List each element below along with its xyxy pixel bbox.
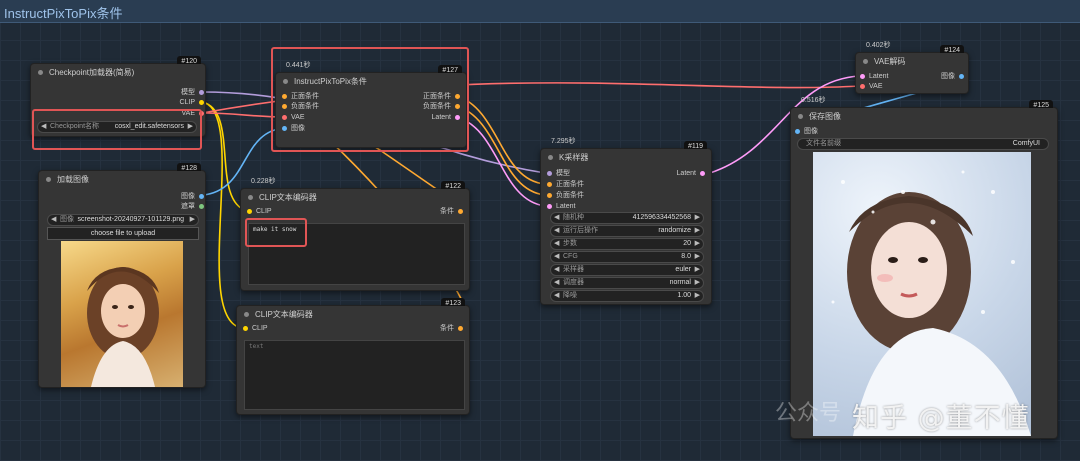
- widget-value: 1.00: [677, 292, 691, 299]
- prompt-textarea[interactable]: text: [244, 340, 465, 410]
- arrow-right-icon[interactable]: ▶: [190, 215, 195, 225]
- steps-widget[interactable]: ◀ 步数 20 ▶: [550, 238, 704, 250]
- portrait-graphic: [87, 267, 159, 387]
- input-image-preview: [61, 241, 183, 387]
- widget-value: screenshot-20240927-101129.png: [77, 216, 184, 223]
- input-positive[interactable]: 正面条件: [546, 180, 584, 190]
- widget-label: 调度器: [563, 279, 584, 286]
- output-conditioning[interactable]: 条件: [440, 207, 464, 217]
- widget-label: 随机种: [563, 214, 584, 221]
- widget-value: ComfyUI: [1012, 140, 1040, 147]
- arrow-right-icon[interactable]: ▶: [695, 291, 700, 301]
- exec-time: 0.516秒: [801, 97, 826, 104]
- highlight-checkpoint: [32, 109, 202, 150]
- arrow-left-icon[interactable]: ◀: [554, 239, 559, 249]
- watermark-ghost-text: 公众号: [775, 400, 842, 425]
- snow-portrait-graphic: [831, 170, 1031, 436]
- node-title[interactable]: VAE解码: [856, 53, 968, 71]
- arrow-right-icon[interactable]: ▶: [695, 226, 700, 236]
- highlight-instruct-pix2pix: [271, 47, 469, 152]
- node-title[interactable]: CLIP文本编码器: [237, 306, 469, 324]
- highlight-prompt: [245, 218, 307, 247]
- input-clip[interactable]: CLIP: [242, 324, 268, 334]
- arrow-left-icon[interactable]: ◀: [554, 291, 559, 301]
- input-latent[interactable]: Latent: [546, 202, 575, 212]
- widget-value: randomize: [658, 227, 691, 234]
- widget-value: 8.0: [681, 253, 691, 260]
- output-latent[interactable]: Latent: [677, 169, 706, 179]
- widget-label: 降噪: [563, 292, 577, 299]
- node-title[interactable]: Checkpoint加载器(简易): [31, 64, 205, 82]
- scheduler-widget[interactable]: ◀ 调度器 normal ▶: [550, 277, 704, 289]
- input-clip[interactable]: CLIP: [246, 207, 272, 217]
- output-model[interactable]: 模型: [181, 88, 205, 98]
- watermark-text: 知乎 @董不懂: [852, 403, 1030, 434]
- output-image[interactable]: 图像: [181, 192, 205, 202]
- input-latent[interactable]: Latent: [859, 72, 888, 82]
- exec-time: 0.228秒: [251, 178, 276, 185]
- output-image[interactable]: 图像: [941, 72, 965, 82]
- node-save-image[interactable]: 0.516秒 #125 保存图像 图像 文件名前缀 ComfyUI: [790, 97, 1058, 439]
- exec-time: 7.295秒: [551, 138, 576, 145]
- arrow-left-icon[interactable]: ◀: [554, 213, 559, 223]
- node-load-image[interactable]: #128 加载图像 图像 遮罩 ◀ 图像 screenshot-20240927…: [38, 163, 206, 388]
- input-model[interactable]: 模型: [546, 169, 570, 179]
- control-after-generate-widget[interactable]: ◀ 运行后操作 randomize ▶: [550, 225, 704, 237]
- widget-value: euler: [675, 266, 691, 273]
- wire-ip2p-latent: [456, 116, 546, 207]
- upload-button[interactable]: choose file to upload: [47, 227, 199, 240]
- wire-clip-neg: [201, 101, 243, 329]
- node-vae-decode[interactable]: 0.402秒 #124 VAE解码 Latent VAE 图像: [855, 42, 969, 94]
- arrow-right-icon[interactable]: ▶: [695, 265, 700, 275]
- arrow-right-icon[interactable]: ▶: [695, 278, 700, 288]
- output-conditioning[interactable]: 条件: [440, 324, 464, 334]
- input-image[interactable]: 图像: [794, 127, 818, 137]
- arrow-right-icon[interactable]: ▶: [695, 252, 700, 262]
- output-clip[interactable]: CLIP: [179, 98, 205, 108]
- arrow-left-icon[interactable]: ◀: [554, 252, 559, 262]
- input-vae[interactable]: VAE: [859, 82, 883, 92]
- arrow-left-icon[interactable]: ◀: [554, 278, 559, 288]
- node-title[interactable]: 保存图像: [791, 108, 1057, 126]
- input-negative[interactable]: 负面条件: [546, 191, 584, 201]
- node-ksampler[interactable]: 7.295秒 #119 K采样器 模型 正面条件 负面条件 Latent Lat…: [540, 138, 712, 305]
- widget-label: 采样器: [563, 266, 584, 273]
- denoise-widget[interactable]: ◀ 降噪 1.00 ▶: [550, 290, 704, 302]
- filename-prefix-widget[interactable]: 文件名前缀 ComfyUI: [797, 138, 1049, 150]
- arrow-left-icon[interactable]: ◀: [554, 226, 559, 236]
- node-title[interactable]: K采样器: [541, 149, 711, 167]
- image-select-widget[interactable]: ◀ 图像 screenshot-20240927-101129.png ▶: [47, 214, 199, 226]
- output-image-preview: [813, 152, 1031, 436]
- widget-label: 步数: [563, 240, 577, 247]
- widget-label: 运行后操作: [563, 227, 598, 234]
- node-clip-text-negative[interactable]: #123 CLIP文本编码器 CLIP 条件 text: [236, 298, 470, 415]
- arrow-left-icon[interactable]: ◀: [51, 215, 56, 225]
- arrow-right-icon[interactable]: ▶: [695, 213, 700, 223]
- widget-value: 412596334452568: [632, 214, 691, 221]
- seed-widget[interactable]: ◀ 随机种 412596334452568 ▶: [550, 212, 704, 224]
- arrow-left-icon[interactable]: ◀: [554, 265, 559, 275]
- cfg-widget[interactable]: ◀ CFG 8.0 ▶: [550, 251, 704, 263]
- node-title[interactable]: 加载图像: [39, 171, 205, 189]
- output-mask[interactable]: 遮罩: [181, 202, 205, 212]
- exec-time: 0.402秒: [866, 42, 891, 49]
- arrow-right-icon[interactable]: ▶: [695, 239, 700, 249]
- widget-value: 20: [683, 240, 691, 247]
- widget-value: normal: [669, 279, 691, 286]
- node-title[interactable]: CLIP文本编码器: [241, 189, 469, 207]
- wire-ip2p-neg: [456, 105, 546, 196]
- widget-label: 文件名前缀: [806, 140, 841, 147]
- sampler-widget[interactable]: ◀ 采样器 euler ▶: [550, 264, 704, 276]
- widget-label: 图像: [60, 216, 74, 223]
- widget-label: CFG: [563, 253, 578, 260]
